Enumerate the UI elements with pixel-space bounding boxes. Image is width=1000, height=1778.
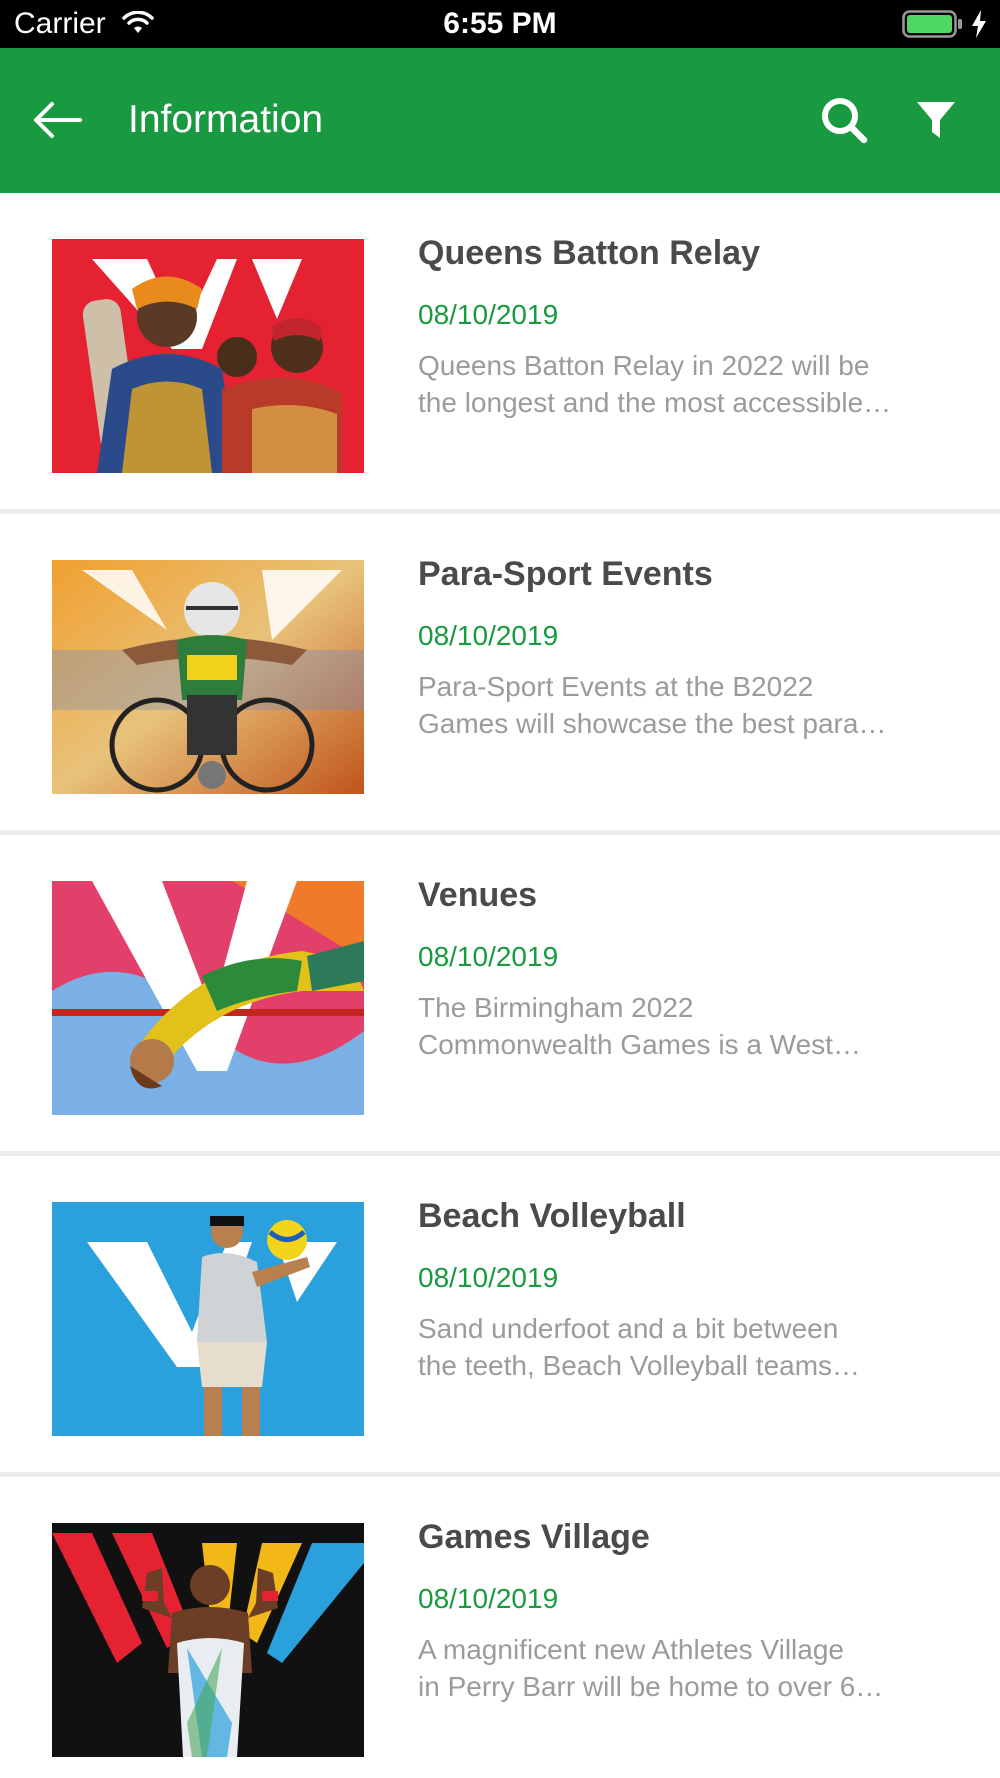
information-list: Queens Batton Relay 08/10/2019 Queens Ba…	[0, 193, 1000, 1778]
item-title: Venues	[418, 876, 538, 914]
volleyball-player-photo	[52, 1202, 364, 1436]
item-date: 08/10/2019	[418, 299, 559, 330]
description-line: Games will showcase the best para…	[418, 708, 887, 739]
item-description: A magnificent new Athletes Village in Pe…	[418, 1631, 930, 1705]
description-line: A magnificent new Athletes Village	[418, 1634, 844, 1665]
list-item[interactable]: Venues 08/10/2019 The Birmingham 2022 Co…	[0, 835, 1000, 1156]
battery-icon	[902, 10, 962, 38]
list-item[interactable]: Queens Batton Relay 08/10/2019 Queens Ba…	[0, 193, 1000, 514]
item-date: 08/10/2019	[418, 620, 559, 651]
item-title: Para-Sport Events	[418, 555, 713, 593]
description-line: The Birmingham 2022	[418, 992, 694, 1023]
gymnast-flexing-photo	[52, 1523, 364, 1757]
description-line: Para-Sport Events at the B2022	[418, 671, 814, 702]
description-line: the teeth, Beach Volleyball teams…	[418, 1350, 861, 1381]
search-icon[interactable]	[820, 96, 868, 144]
list-item[interactable]: Para-Sport Events 08/10/2019 Para-Sport …	[0, 514, 1000, 835]
description-line: Commonwealth Games is a West…	[418, 1029, 861, 1060]
list-item[interactable]: Games Village 08/10/2019 A magnificent n…	[0, 1477, 1000, 1778]
page-title: Information	[128, 98, 324, 141]
navigation-bar: Information	[0, 48, 1000, 193]
charging-icon	[972, 10, 986, 38]
item-date: 08/10/2019	[418, 1262, 559, 1293]
status-bar: Carrier 6:55 PM	[0, 0, 1000, 48]
item-date: 08/10/2019	[418, 1583, 559, 1614]
women-holding-baton-photo	[52, 239, 364, 473]
item-title: Beach Volleyball	[418, 1197, 686, 1235]
item-description: Para-Sport Events at the B2022 Games wil…	[418, 668, 930, 742]
list-item[interactable]: Beach Volleyball 08/10/2019 Sand underfo…	[0, 1156, 1000, 1477]
item-description: The Birmingham 2022 Commonwealth Games i…	[418, 989, 930, 1063]
clock: 6:55 PM	[443, 7, 557, 40]
filter-icon[interactable]	[914, 98, 958, 142]
wheelchair-racer-photo	[52, 560, 364, 794]
description-line: in Perry Barr will be home to over 6…	[418, 1671, 884, 1702]
description-line: Queens Batton Relay in 2022 will be	[418, 350, 870, 381]
item-description: Queens Batton Relay in 2022 will be the …	[418, 347, 930, 421]
item-description: Sand underfoot and a bit between the tee…	[418, 1310, 930, 1384]
back-arrow-icon[interactable]	[30, 98, 84, 142]
item-title: Games Village	[418, 1518, 650, 1556]
item-title: Queens Batton Relay	[418, 234, 760, 272]
high-jumper-photo	[52, 881, 364, 1115]
item-date: 08/10/2019	[418, 941, 559, 972]
description-line: Sand underfoot and a bit between	[418, 1313, 839, 1344]
description-line: the longest and the most accessible…	[418, 387, 892, 418]
